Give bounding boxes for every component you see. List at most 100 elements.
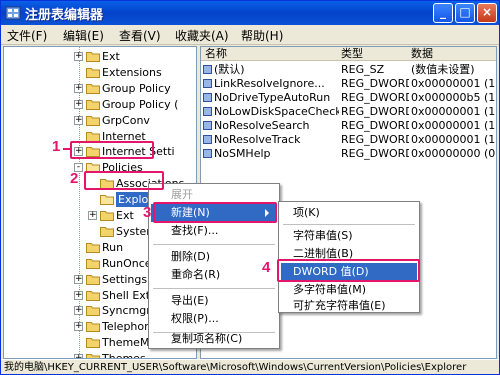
- menu-separator: [153, 288, 275, 289]
- submenu-string-value[interactable]: 字符串值(S): [281, 227, 417, 245]
- menu-export[interactable]: 导出(E): [151, 292, 277, 310]
- header-data[interactable]: 数据: [411, 47, 433, 61]
- tree-item[interactable]: + Group Policy: [4, 81, 196, 96]
- annotation-number-3: 3: [143, 204, 152, 221]
- folder-icon: [86, 83, 100, 94]
- folder-icon: [100, 226, 114, 237]
- value-data: 0x000000b5 (181): [411, 91, 496, 104]
- value-name: NoSMHelp: [214, 147, 271, 160]
- expand-icon[interactable]: +: [74, 306, 83, 316]
- value-type: REG_DWORD: [341, 105, 409, 118]
- tree-item[interactable]: + Themes: [4, 351, 196, 359]
- expand-icon[interactable]: +: [88, 211, 97, 220]
- title-bar[interactable]: 注册表编辑器 _ □ ×: [1, 1, 499, 25]
- submenu-separator: [283, 224, 415, 225]
- folder-icon: [86, 99, 100, 110]
- expand-icon[interactable]: +: [74, 52, 83, 61]
- folder-icon: [100, 195, 114, 206]
- value-row[interactable]: NoResolveSearch REG_DWORD 0x00000001 (1): [201, 119, 497, 132]
- folder-icon: [86, 258, 100, 269]
- annotation-number-2: 2: [70, 170, 79, 187]
- value-name: NoLowDiskSpaceChecks: [214, 105, 339, 118]
- menu-file[interactable]: 文件(F): [7, 27, 47, 44]
- dword-value-icon: [203, 135, 212, 144]
- menu-permissions[interactable]: 权限(P)...: [151, 310, 277, 328]
- status-bar: 我的电脑\HKEY_CURRENT_USER\Software\Microsof…: [1, 359, 499, 374]
- value-row[interactable]: NoDriveTypeAutoRun REG_DWORD 0x000000b5 (1…: [201, 91, 496, 104]
- tree-item-label: GrpConv: [102, 113, 150, 127]
- annotation-number-4: 4: [262, 259, 271, 276]
- tree-item-label: Syncmgr: [102, 304, 151, 318]
- expand-icon[interactable]: +: [74, 322, 83, 332]
- maximize-button[interactable]: □: [455, 3, 475, 23]
- value-row[interactable]: (默认) REG_SZ (数值未设置): [201, 63, 496, 76]
- expand-icon[interactable]: +: [74, 290, 83, 300]
- tree-item[interactable]: + GrpConv: [4, 113, 196, 128]
- tree-item[interactable]: Extensions: [4, 65, 196, 80]
- regedit-icon: [5, 6, 21, 20]
- menu-edit[interactable]: 编辑(E): [63, 27, 104, 44]
- folder-icon: [86, 52, 100, 62]
- dword-value-icon: [203, 93, 212, 102]
- menu-bar: 文件(F) 编辑(E) 查看(V) 收藏夹(A) 帮助(H): [1, 25, 499, 45]
- tree-item-label: RunOnce: [102, 256, 152, 270]
- folder-icon: [86, 290, 100, 301]
- menu-separator: [153, 244, 275, 245]
- tree-item-label: Ext: [102, 50, 120, 63]
- menu-help[interactable]: 帮助(H): [241, 27, 283, 44]
- tree-item[interactable]: + Group Policy (: [4, 97, 196, 112]
- value-name: NoResolveSearch: [214, 119, 310, 132]
- annotation-box-dword: [277, 259, 420, 282]
- value-row[interactable]: NoSMHelp REG_DWORD 0x00000000 (0): [201, 147, 496, 160]
- dword-value-icon: [203, 107, 212, 116]
- submenu-key[interactable]: 项(K): [281, 204, 417, 222]
- submenu-expandable-string-value[interactable]: 可扩充字符串值(E): [281, 297, 417, 315]
- folder-icon: [100, 211, 114, 221]
- tree-item-label: Ext: [116, 209, 134, 222]
- minimize-button[interactable]: _: [433, 3, 453, 23]
- window-title: 注册表编辑器: [25, 8, 104, 23]
- annotation-box-explorer: [84, 171, 164, 190]
- expand-icon[interactable]: +: [74, 115, 83, 125]
- expand-icon[interactable]: +: [74, 99, 83, 109]
- folder-icon: [86, 322, 100, 333]
- value-data: 0x00000001 (1): [411, 105, 497, 118]
- value-name: NoResolveTrack: [214, 133, 301, 146]
- dword-value-icon: [203, 149, 212, 158]
- folder-icon: [86, 274, 100, 285]
- tree-item[interactable]: + Ext: [4, 49, 196, 64]
- tree-item-label: Group Policy (: [102, 97, 179, 111]
- menu-view[interactable]: 查看(V): [119, 27, 161, 44]
- annotation-box-policies: [70, 141, 154, 159]
- menu-delete[interactable]: 删除(D): [151, 248, 277, 266]
- folder-icon: [86, 67, 100, 78]
- annotation-box-new: [153, 202, 277, 223]
- value-data: 0x00000001 (1): [411, 119, 497, 132]
- dword-value-icon: [203, 79, 212, 88]
- value-type: REG_DWORD: [341, 133, 409, 146]
- value-row[interactable]: NoResolveTrack REG_DWORD 0x00000001 (1): [201, 133, 496, 146]
- list-header: 名称 类型 数据: [201, 47, 496, 61]
- annotation-number-1: 1: [52, 138, 61, 155]
- value-row[interactable]: LinkResolveIgnore... REG_DWORD 0x00000001 …: [201, 77, 496, 90]
- menu-rename[interactable]: 重命名(R): [151, 266, 277, 284]
- dword-value-icon: [203, 121, 212, 130]
- expand-icon[interactable]: +: [74, 83, 83, 93]
- menu-copy-key-name[interactable]: 复制项名称(C): [151, 330, 277, 348]
- value-name: LinkResolveIgnore...: [214, 77, 325, 90]
- close-button[interactable]: ×: [477, 3, 497, 23]
- value-data: (数值未设置): [411, 63, 475, 76]
- value-row[interactable]: NoLowDiskSpaceChecks REG_DWORD 0x00000001 …: [201, 105, 497, 118]
- value-name: NoDriveTypeAutoRun: [214, 91, 331, 104]
- tree-item-label: Settings: [102, 272, 148, 286]
- folder-icon: [86, 242, 100, 253]
- tree-item-label: Themes: [102, 352, 146, 359]
- folder-icon: [86, 115, 100, 126]
- tree-item-label: Extensions: [102, 65, 162, 79]
- menu-favorites[interactable]: 收藏夹(A): [175, 27, 229, 44]
- menu-find[interactable]: 查找(F)...: [151, 222, 277, 240]
- expand-icon[interactable]: +: [74, 274, 83, 284]
- header-type[interactable]: 类型: [341, 47, 363, 61]
- header-name[interactable]: 名称: [205, 47, 227, 61]
- value-name: (默认): [214, 63, 245, 76]
